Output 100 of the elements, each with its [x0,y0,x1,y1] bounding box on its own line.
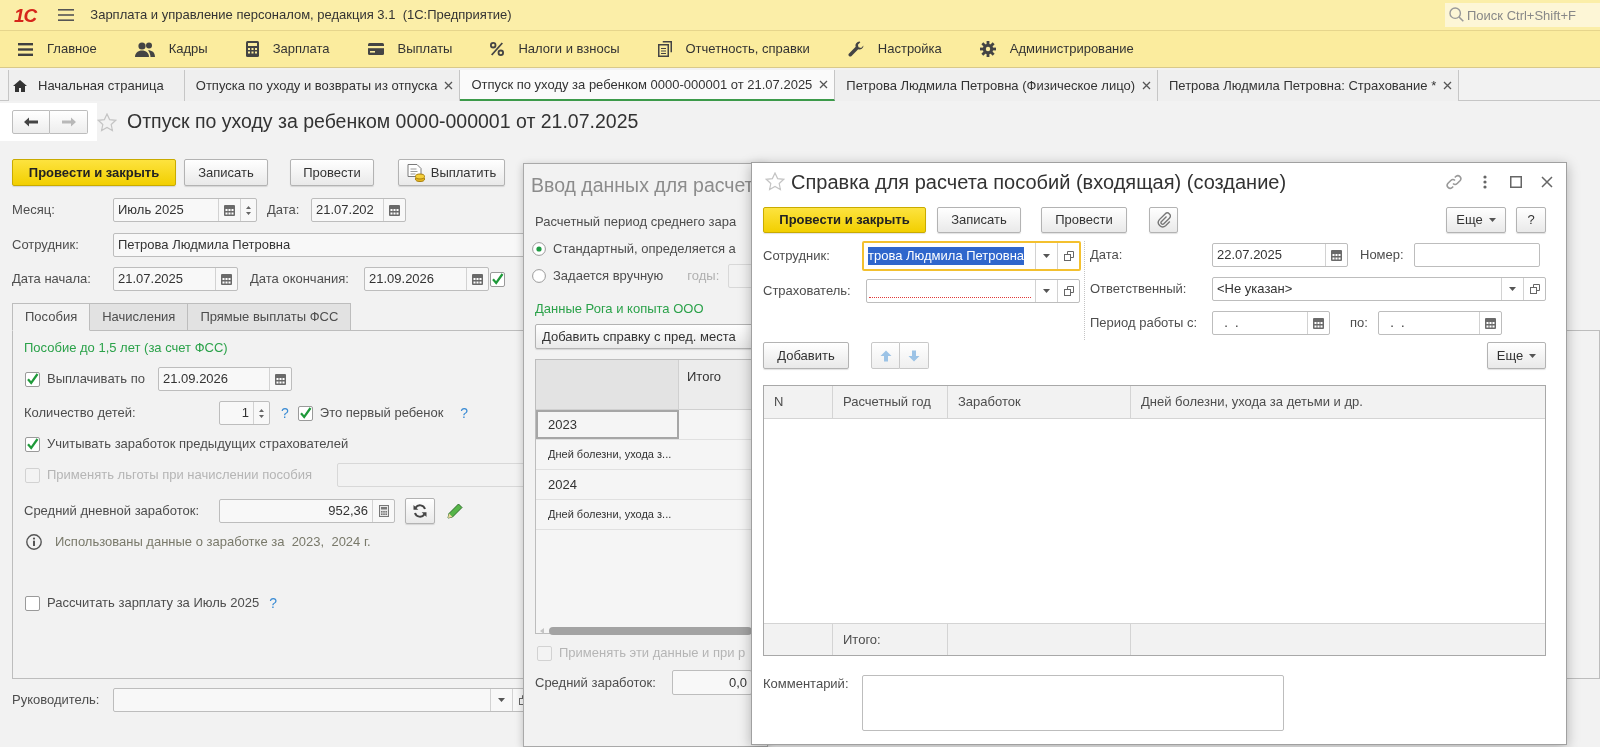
field-label: Ответственный: [1090,281,1188,297]
radio-label[interactable]: Задается вручную [553,268,664,284]
pay-until-field[interactable]: 21.09.2026 [158,367,292,391]
close-icon[interactable] [444,81,454,90]
radio-button[interactable] [532,242,546,256]
star-icon[interactable] [97,112,117,132]
comment-field[interactable] [862,675,1284,731]
calendar-icon [1313,317,1324,329]
checkbox-label[interactable]: Это первый ребенок [319,405,444,421]
more-button[interactable]: Еще [1487,342,1546,369]
tab[interactable]: Отпуск по уходу за ребенком 0000-000001 от 21.07.2025 [460,70,836,101]
field-label: Дата: [1090,247,1124,263]
checkbox[interactable] [490,271,505,287]
tab[interactable]: Петрова Людмила Петровна: Страхование * [1158,70,1460,101]
average-earnings-field[interactable]: 952,36 [219,499,395,523]
checkbox[interactable] [297,405,313,421]
children-count-field[interactable]: 1 [219,401,270,425]
field-label: Страхователь: [763,283,852,299]
horizontal-scrollbar[interactable] [540,626,752,635]
section-link[interactable]: Зарплата [245,41,330,57]
help-button[interactable]: ? [1516,207,1546,233]
average-earnings-field[interactable]: 0,0 [672,670,752,695]
back-button[interactable] [12,110,50,134]
field-label: Сотрудник: [12,237,80,253]
date-field[interactable]: 22.07.2025 [1212,243,1348,267]
attach-button[interactable] [1149,207,1178,233]
menu-icon[interactable] [58,9,75,21]
command-button[interactable]: Провести [1041,207,1127,233]
field-label: Средний дневной заработок: [24,503,201,519]
primary-button[interactable]: Провести и закрыть [763,207,926,233]
table-cell[interactable]: 2023 [536,410,679,439]
table-cell[interactable]: Дней болезни, ухода з... [536,500,679,529]
table-cell[interactable]: 2024 [536,470,679,499]
section-link[interactable]: Отчетность, справки [657,41,810,57]
command-button[interactable]: Выплатить [398,159,505,186]
close-icon[interactable] [819,80,829,89]
link-icon[interactable] [1446,173,1462,190]
documents-icon [657,41,672,57]
radio-button[interactable] [532,269,546,283]
date-field[interactable]: 21.07.202 [311,198,406,222]
maximize-icon[interactable] [1510,175,1522,188]
section-link[interactable]: Кадры [134,41,208,57]
section-link[interactable]: Администрирование [979,41,1134,57]
checkbox[interactable] [25,371,40,387]
table-cell[interactable]: Дней болезни, ухода з... [536,440,679,469]
responsible-field[interactable]: <Не указан> [1212,277,1546,301]
more-button[interactable]: Еще [1446,207,1506,233]
field-label: Дата начала: [12,271,92,287]
command-button[interactable]: Записать [937,207,1021,233]
section-link[interactable]: Выплаты [367,41,453,57]
tab[interactable]: Отпуска по уходу и возвраты из отпуска [184,70,461,101]
tab[interactable]: Начальная страница [8,70,185,101]
close-icon[interactable] [1443,81,1453,90]
checkbox-label[interactable]: Выплачивать по [47,371,158,387]
column-header: Расчетный год [833,386,948,418]
insurer-field[interactable] [866,279,1080,303]
field-label: годы: [687,268,720,284]
primary-button[interactable]: Провести и закрыть [12,159,176,186]
section-link[interactable]: Настройка [847,41,942,57]
caret-icon [498,698,505,702]
calculator-icon [245,41,259,57]
checkbox-label[interactable]: Учитывать заработок предыдущих страхователей [47,436,349,452]
calendar-icon [1331,249,1342,261]
radio-label[interactable]: Стандартный, определяется а [553,241,736,257]
squares-icon [1063,286,1074,296]
command-button[interactable]: Провести [290,159,374,186]
add-button[interactable]: Добавить [763,342,849,369]
close-icon[interactable] [1142,81,1151,90]
field-label: Дата: [267,202,301,218]
checkbox[interactable] [25,436,40,452]
star-icon[interactable] [765,172,785,191]
month-field[interactable]: Июль 2025 [113,198,257,222]
tab[interactable]: Пособия [12,303,91,331]
refresh-button[interactable] [405,498,435,524]
start-date-field[interactable]: 21.07.2025 [113,267,238,291]
date-to-field[interactable]: . . [1378,311,1502,335]
field-label: по: [1350,315,1369,331]
date-from-field[interactable]: . . [1212,311,1330,335]
field-label: Средний заработок: [535,674,657,691]
info-icon [26,534,42,550]
field-label: Количество детей: [24,405,137,421]
section-link[interactable]: Главное [18,41,97,57]
checkbox-label[interactable]: Рассчитать зарплату за Июль 2025 [47,595,260,611]
section-heading: Данные Рога и копыта ООО [535,301,704,317]
more-icon[interactable] [1483,174,1487,189]
tab[interactable]: Петрова Людмила Петровна (Физическое лицо) [835,70,1158,101]
tab[interactable]: Начисления [90,303,189,331]
close-icon[interactable] [1541,175,1553,188]
employee-field[interactable]: трова Людмила Петровна [862,241,1081,271]
search-field[interactable]: Поиск Ctrl+Shift+F [1445,3,1600,27]
pencil-icon[interactable] [447,503,463,519]
calendar-icon [275,373,286,385]
checkbox[interactable] [25,595,40,611]
calendar-icon [1485,317,1496,329]
end-date-field[interactable]: 21.09.2026 [364,267,489,291]
people-icon [134,41,155,57]
section-link[interactable]: Налоги и взносы [490,41,620,57]
number-field[interactable] [1414,243,1540,267]
tab[interactable]: Прямые выплаты ФСС [188,303,352,331]
command-button[interactable]: Записать [184,159,268,186]
